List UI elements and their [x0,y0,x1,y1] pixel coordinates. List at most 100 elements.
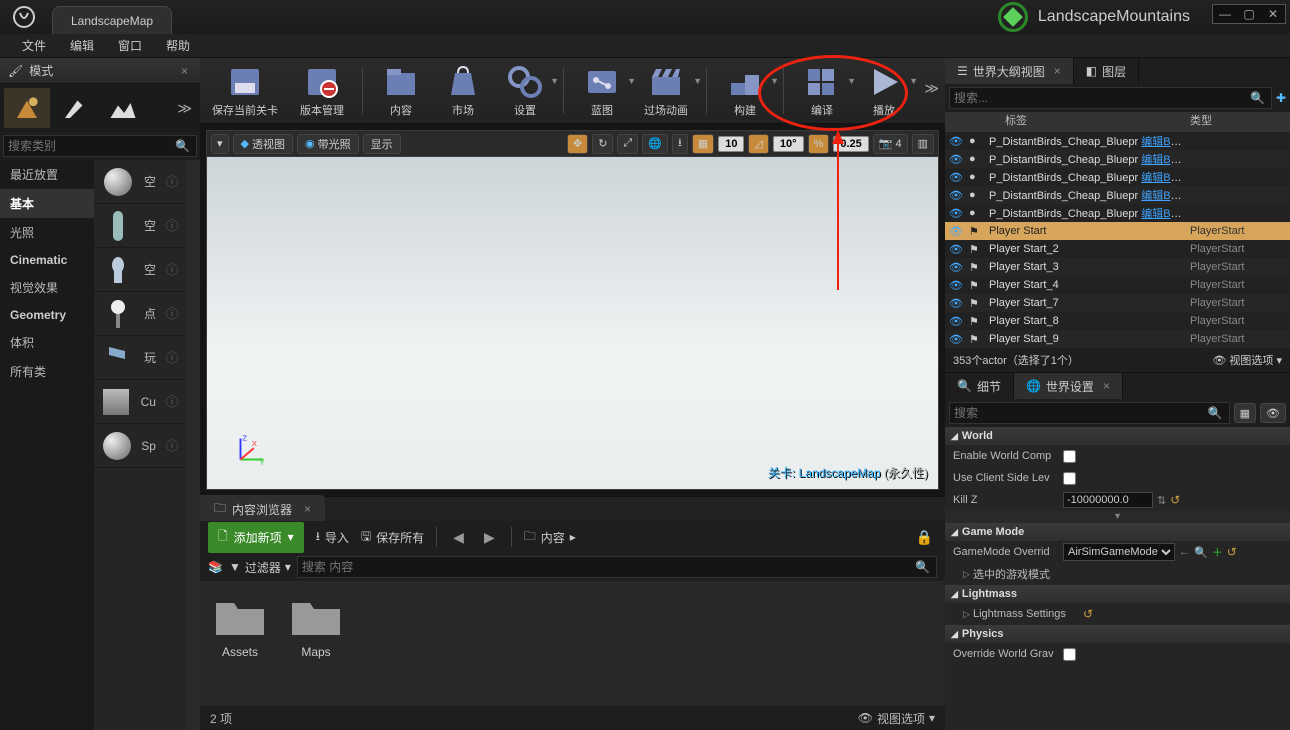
tb-save[interactable]: 保存当前关卡 [208,62,282,120]
chk-client-side[interactable] [1063,472,1076,485]
visibility-icon[interactable]: 👁 [949,279,965,292]
info-icon[interactable]: ⓘ [166,349,178,366]
details-search[interactable]: 🔍 [949,402,1230,424]
vp-scale-snap-value[interactable]: 0.25 [833,136,868,152]
vp-grid-snap-toggle[interactable]: ▦ [692,134,714,154]
gm-back[interactable]: ← [1179,546,1190,558]
cb-search[interactable]: 🔍 [297,556,937,578]
list-item[interactable]: Spⓘ [94,424,186,468]
cb-folder[interactable]: Assets [214,595,266,692]
vp-perspective[interactable]: ◆透视图 [233,134,293,154]
tb-build[interactable]: 构建▼ [721,62,769,120]
info-icon[interactable]: ⓘ [166,437,178,454]
section-world[interactable]: ◢World [945,427,1290,445]
info-icon[interactable]: ⓘ [166,217,178,234]
mode-paint[interactable] [52,88,98,128]
chk-override-gravity[interactable] [1063,648,1076,661]
close-icon[interactable]: × [1103,379,1110,393]
vp-lit[interactable]: ◉带光照 [297,134,359,154]
tb-play[interactable]: 播放▼ [860,62,908,120]
outliner-search-input[interactable] [954,91,1248,105]
vp-grid-snap-value[interactable]: 10 [718,136,744,152]
section-gamemode[interactable]: ◢Game Mode [945,523,1290,541]
vp-surface-snap[interactable]: ⭳ [672,134,688,154]
visibility-icon[interactable]: 👁 [949,333,965,346]
cb-fwd[interactable]: ▶ [480,529,499,546]
select-gamemode[interactable]: AirSimGameMode [1063,543,1175,561]
cb-folder[interactable]: Maps [290,595,342,692]
vp-scale-snap-toggle[interactable]: % [808,134,830,154]
info-icon[interactable]: ⓘ [166,305,178,322]
visibility-icon[interactable]: 👁 [949,171,965,184]
input-kill-z[interactable] [1063,492,1153,508]
vp-camera-speed[interactable]: 📷 4 [873,134,908,154]
outliner-row[interactable]: 👁⚑Player Start_2PlayerStart [945,240,1290,258]
menu-help[interactable]: 帮助 [154,33,202,58]
menu-file[interactable]: 文件 [10,33,58,58]
cat-vfx[interactable]: 视觉效果 [0,273,94,302]
cat-volumes[interactable]: 体积 [0,328,94,357]
cb-add-new[interactable]: 🗋 添加新项 ▾ [208,522,304,553]
chk-enable-world-comp[interactable] [1063,450,1076,463]
tb-compile[interactable]: 编译▼ [798,62,846,120]
vp-maximize[interactable]: ▥ [912,134,934,154]
chevron-down-icon[interactable]: ▼ [627,76,636,86]
chevron-down-icon[interactable]: ▼ [693,76,702,86]
tb-content[interactable]: 内容 [377,62,425,120]
outliner-row[interactable]: 👁⚑Player Start_4PlayerStart [945,276,1290,294]
vp-rotate[interactable]: ↻ [592,134,613,154]
modes-search-input[interactable] [8,139,173,153]
tab-details[interactable]: 🔍细节 [945,373,1014,399]
scrollbar[interactable] [186,160,200,730]
chevron-down-icon[interactable]: ▼ [770,76,779,86]
cb-filter[interactable]: ▼ 过滤器 ▾ [229,559,291,576]
visibility-icon[interactable]: 👁 [949,225,965,238]
details-eye[interactable]: 👁 [1260,403,1286,423]
outliner-search[interactable]: 🔍 [949,87,1272,109]
outliner-row[interactable]: 👁●P_DistantBirds_Cheap_Bluepr 编辑BP_Birds [945,204,1290,222]
section-lightmass[interactable]: ◢Lightmass [945,585,1290,603]
list-item[interactable]: 空ⓘ [94,160,186,204]
outliner-row[interactable]: 👁⚑Player Start_8PlayerStart [945,312,1290,330]
minimize-button[interactable]: — [1213,5,1237,23]
vp-translate[interactable]: ✥ [567,134,588,154]
close-button[interactable]: ✕ [1261,5,1285,23]
details-search-input[interactable] [954,406,1206,420]
outliner-view-options[interactable]: 👁 视图选项 ▾ [1212,352,1282,368]
level-tab[interactable]: LandscapeMap [52,6,172,34]
outliner-row[interactable]: 👁●P_DistantBirds_Cheap_Bluepr 编辑BP_Birds [945,168,1290,186]
outliner-row[interactable]: 👁●P_DistantBirds_Cheap_Bluepr 编辑BP_Birds [945,150,1290,168]
info-icon[interactable]: ⓘ [166,173,178,190]
cb-view-options[interactable]: 👁 视图选项 ▾ [858,710,935,727]
maximize-button[interactable]: ▢ [1237,5,1261,23]
cb-import[interactable]: ⭳ 导入 [316,527,349,548]
mode-landscape[interactable] [100,88,146,128]
modes-expand[interactable]: ≫ [148,100,196,117]
vp-world[interactable]: 🌐 [642,134,668,154]
tb-cinematics[interactable]: 过场动画▼ [640,62,692,120]
cb-back[interactable]: ◀ [449,529,468,546]
gm-add[interactable]: ＋ [1212,544,1223,560]
vp-show[interactable]: 显示 [363,134,401,154]
toolbar-overflow[interactable]: ≫ [924,80,939,97]
list-item[interactable]: 点ⓘ [94,292,186,336]
outliner-row[interactable]: 👁⚑Player Start_3PlayerStart [945,258,1290,276]
reset-icon[interactable]: ↺ [1083,607,1093,621]
visibility-icon[interactable]: 👁 [949,261,965,274]
visibility-icon[interactable]: 👁 [949,315,965,328]
chevron-down-icon[interactable]: ▼ [550,76,559,86]
visibility-icon[interactable]: 👁 [949,153,965,166]
visibility-icon[interactable]: 👁 [949,189,965,202]
chevron-down-icon[interactable]: ▼ [847,76,856,86]
mode-place[interactable] [4,88,50,128]
details-matrix-view[interactable]: ▦ [1234,403,1256,423]
modes-panel-close[interactable]: × [177,64,192,78]
chevron-down-icon[interactable]: ▼ [909,76,918,86]
list-item[interactable]: Cuⓘ [94,380,186,424]
visibility-icon[interactable]: 👁 [949,207,965,220]
tb-settings[interactable]: 设置▼ [501,62,549,120]
visibility-icon[interactable]: 👁 [949,135,965,148]
tab-outliner[interactable]: ☰世界大纲视图× [945,58,1074,84]
outliner-row[interactable]: 👁⚑Player Start_7PlayerStart [945,294,1290,312]
close-icon[interactable]: × [304,502,311,516]
